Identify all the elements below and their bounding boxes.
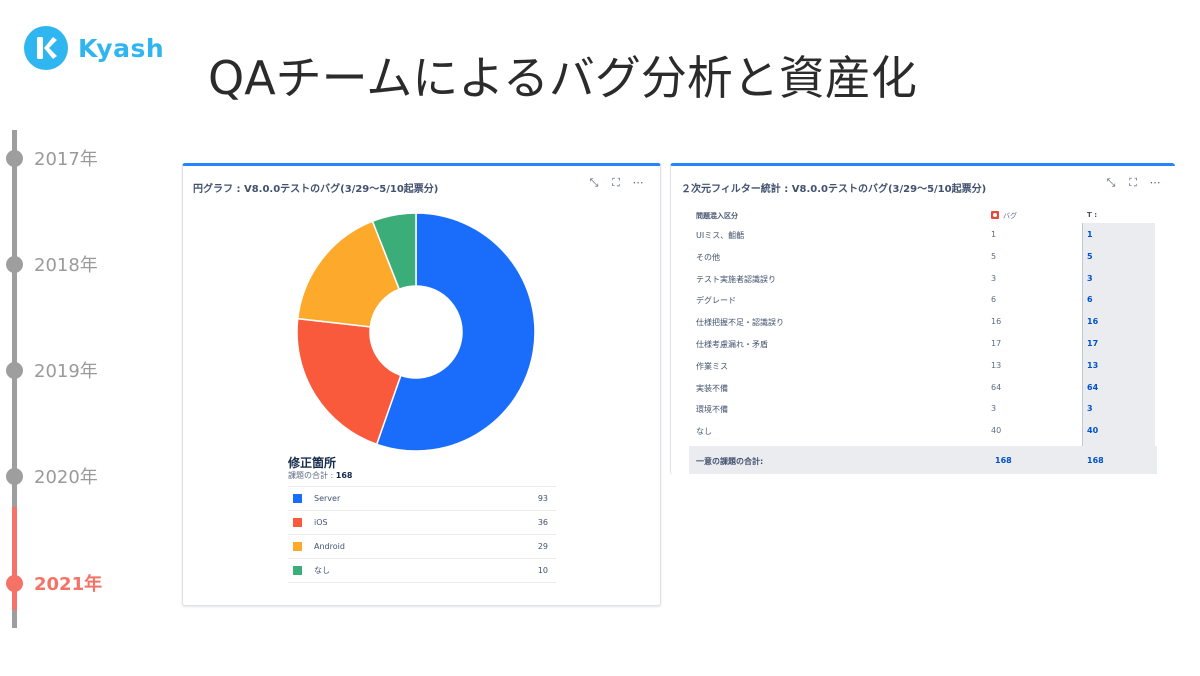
legend-item[interactable]: Android 29 (288, 535, 556, 559)
table-card-title: ２次元フィルター統計 : V8.0.0テストのバグ(3/29〜5/10起票分) (681, 184, 987, 195)
footer-label: 一意の課題の合計: (696, 457, 764, 466)
legend-swatch (293, 494, 302, 503)
timeline-dot (6, 361, 23, 379)
table-row: 環境不備 3 3 (689, 397, 1157, 419)
timeline-label: 2019年 (34, 361, 98, 382)
row-label: UIミス、齟齬 (696, 231, 745, 240)
kyash-logo: Kyash (24, 26, 164, 70)
card-actions: ⤡ ⛶ ⋯ (1105, 176, 1161, 190)
timeline-item-2021: 2021年 (6, 570, 102, 596)
row-label: なし (696, 427, 712, 437)
row-bug-count[interactable]: 17 (991, 339, 1001, 348)
table-row: 仕様把握不足・認識誤り 16 16 (689, 310, 1157, 332)
row-total-count[interactable]: 5 (1087, 252, 1093, 261)
pie-chart-card: 円グラフ : V8.0.0テストのバグ(3/29〜5/10起票分) ⤡ ⛶ ⋯ … (182, 163, 661, 606)
legend-item[interactable]: iOS 36 (288, 511, 556, 535)
legend-label: iOS (314, 518, 328, 527)
table-row: 実装不備 64 64 (689, 376, 1157, 398)
kyash-logo-icon (24, 26, 68, 70)
timeline-label: 2017年 (34, 149, 98, 170)
row-bug-count[interactable]: 6 (991, 295, 996, 304)
row-label: 仕様考慮漏れ・矛盾 (696, 340, 768, 349)
timeline-item-2020: 2020年 (6, 463, 98, 489)
bug-icon (991, 211, 999, 219)
table-row: テスト実施者認識誤り 3 3 (689, 267, 1157, 289)
legend-value: 93 (537, 494, 548, 503)
legend-value: 29 (537, 542, 548, 551)
legend-item[interactable]: Server 93 (288, 487, 556, 511)
table-row: なし 40 40 (689, 419, 1157, 441)
legend-title: 修正箇所 (288, 456, 337, 470)
two-dimensional-filter-card: ２次元フィルター統計 : V8.0.0テストのバグ(3/29〜5/10起票分) … (670, 163, 1175, 475)
column-header-bug[interactable]: バグ (991, 211, 1017, 221)
row-label: テスト実施者認識誤り (696, 274, 776, 284)
row-total-count[interactable]: 3 (1087, 404, 1093, 413)
legend-label: Android (314, 542, 345, 551)
legend-total: 課題の合計 : 168 (288, 471, 353, 480)
row-total-count[interactable]: 64 (1087, 383, 1098, 392)
row-total-count[interactable]: 13 (1087, 361, 1098, 370)
row-label: その他 (696, 252, 720, 262)
row-bug-count[interactable]: 16 (991, 317, 1001, 326)
collapse-icon[interactable]: ⤡ (1105, 176, 1117, 190)
timeline-dot-active (6, 574, 23, 592)
legend-item[interactable]: なし 10 (288, 559, 556, 583)
legend-swatch (293, 518, 302, 527)
row-total-count[interactable]: 6 (1087, 295, 1093, 304)
column-header-category[interactable]: 問題混入区分 (696, 211, 738, 221)
legend-value: 36 (537, 518, 548, 527)
row-label: デグレード (696, 296, 736, 306)
legend-swatch (293, 566, 302, 575)
table-row: UIミス、齟齬 1 1 (689, 223, 1157, 245)
row-label: 実装不備 (696, 383, 728, 393)
timeline-label: 2020年 (34, 467, 98, 488)
row-bug-count[interactable]: 3 (991, 274, 996, 283)
row-bug-count[interactable]: 40 (991, 426, 1001, 435)
table-row: 仕様考慮漏れ・矛盾 17 17 (689, 332, 1157, 354)
table-row: デグレード 6 6 (689, 288, 1157, 310)
footer-grand-total[interactable]: 168 (1087, 456, 1104, 465)
timeline-dot (6, 255, 23, 273)
timeline-item-2018: 2018年 (6, 251, 98, 277)
more-icon[interactable]: ⋯ (1149, 176, 1161, 190)
row-label: 仕様把握不足・認識誤り (696, 318, 784, 328)
row-total-count[interactable]: 16 (1087, 317, 1098, 326)
row-label: 環境不備 (696, 405, 728, 415)
row-total-count[interactable]: 17 (1087, 339, 1098, 348)
row-label: 作業ミス (696, 361, 728, 371)
row-bug-count[interactable]: 13 (991, 361, 1001, 370)
table-row: その他 5 5 (689, 245, 1157, 267)
fullscreen-icon[interactable]: ⛶ (1127, 176, 1139, 190)
timeline-label-active: 2021年 (34, 574, 103, 595)
slide-title: QAチームによるバグ分析と資産化 (208, 51, 917, 105)
row-bug-count[interactable]: 5 (991, 252, 996, 261)
column-header-total[interactable]: T : (1087, 211, 1097, 219)
timeline-dot (6, 467, 23, 485)
row-total-count[interactable]: 3 (1087, 274, 1093, 283)
legend-label: Server (314, 494, 341, 503)
timeline-item-2019: 2019年 (6, 357, 98, 383)
legend-value: 10 (537, 566, 548, 575)
timeline-label: 2018年 (34, 255, 98, 276)
timeline-item-2017: 2017年 (6, 145, 98, 171)
footer-bug-total[interactable]: 168 (995, 456, 1012, 465)
brand-name: Kyash (78, 33, 165, 63)
pie-legend: Server 93 iOS 36 Android 29 なし 10 (288, 486, 556, 583)
table-row: 作業ミス 13 13 (689, 354, 1157, 376)
row-total-count[interactable]: 40 (1087, 426, 1098, 435)
legend-label: なし (314, 566, 330, 575)
row-bug-count[interactable]: 64 (991, 383, 1001, 392)
legend-swatch (293, 542, 302, 551)
timeline-dot (6, 149, 23, 167)
row-total-count[interactable]: 1 (1087, 230, 1093, 239)
row-bug-count[interactable]: 3 (991, 404, 996, 413)
donut-chart (296, 212, 536, 451)
table-footer: 一意の課題の合計: 168 168 (689, 446, 1157, 474)
row-bug-count[interactable]: 1 (991, 230, 996, 239)
